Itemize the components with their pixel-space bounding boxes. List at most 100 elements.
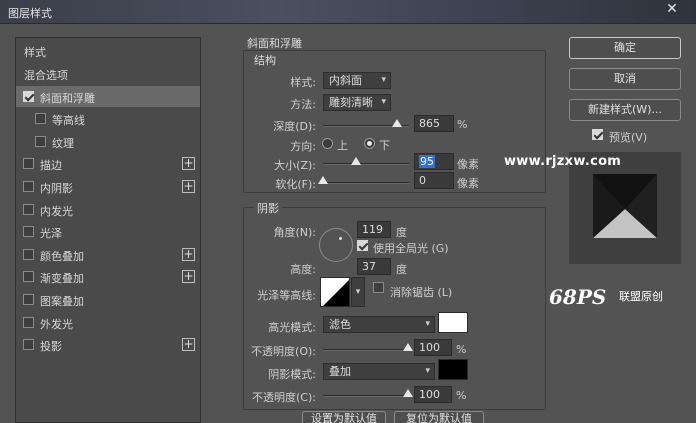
style-list-checkbox[interactable] <box>23 158 34 170</box>
style-list-item[interactable]: 描边 + <box>16 153 200 174</box>
style-list-header[interactable]: 样式 <box>16 40 200 61</box>
style-list-checkbox[interactable] <box>23 203 34 215</box>
preview-checkbox[interactable] <box>592 129 603 140</box>
style-select-value: 内斜面 <box>329 74 362 87</box>
size-unit: 像素 <box>457 158 479 171</box>
style-list-item-label: 图案叠加 <box>40 295 84 308</box>
gloss-contour-preview[interactable] <box>320 277 350 307</box>
angle-input[interactable]: 119 <box>357 221 391 238</box>
style-list-checkbox[interactable] <box>23 294 34 305</box>
highlight-opacity-thumb[interactable] <box>403 343 413 351</box>
add-effect-icon[interactable]: + <box>182 247 195 261</box>
style-list-item-label: 外发光 <box>40 317 73 331</box>
add-effect-icon[interactable]: + <box>182 338 195 352</box>
style-list-checkbox[interactable] <box>23 90 34 102</box>
global-light-checkbox[interactable] <box>357 240 368 251</box>
shadow-color-swatch[interactable] <box>438 359 468 380</box>
shadow-opacity-thumb[interactable] <box>403 389 413 397</box>
new-style-button[interactable]: 新建样式(W)... <box>569 99 681 121</box>
title-bar: 图层样式 ✕ <box>0 0 696 24</box>
style-list-item[interactable]: 投影 + <box>16 334 200 355</box>
style-list-item[interactable]: 斜面和浮雕 <box>16 85 200 107</box>
style-list-checkbox[interactable] <box>23 316 34 328</box>
size-label: 大小(Z): <box>274 159 316 172</box>
shading-title: 阴影 <box>254 200 282 216</box>
soften-slider-thumb[interactable] <box>318 176 328 184</box>
style-list-checkbox[interactable] <box>23 248 34 260</box>
style-list-checkbox[interactable] <box>23 339 34 351</box>
depth-slider-thumb[interactable] <box>392 119 403 127</box>
depth-input[interactable]: 865 <box>414 115 454 132</box>
style-list-item[interactable]: 图案叠加 <box>16 289 200 310</box>
style-list-checkbox[interactable] <box>23 271 34 283</box>
highlight-opacity-input[interactable]: 100 <box>414 339 452 356</box>
chevron-down-icon: ▾ <box>425 366 430 376</box>
reset-default-button[interactable]: 复位为默认值 <box>394 411 484 423</box>
style-list-item-label: 内发光 <box>40 204 73 218</box>
highlight-color-swatch[interactable] <box>438 312 468 333</box>
direction-label: 方向: <box>290 140 316 153</box>
angle-label: 角度(N): <box>273 226 316 239</box>
highlight-mode-label: 高光模式: <box>268 321 316 334</box>
style-list-item-label: 等高线 <box>52 114 85 128</box>
style-list-checkbox[interactable] <box>35 113 46 125</box>
set-default-button[interactable]: 设置为默认值 <box>302 411 386 423</box>
style-list-item[interactable]: 混合选项 <box>16 63 200 84</box>
close-icon[interactable]: ✕ <box>658 0 686 18</box>
style-list-item[interactable]: 渐变叠加 + <box>16 266 200 287</box>
antialias-checkbox[interactable] <box>373 282 384 293</box>
direction-up-label: 上 <box>337 139 348 152</box>
depth-value: 865 <box>419 117 440 130</box>
style-list-checkbox[interactable] <box>35 135 46 147</box>
technique-select[interactable]: 雕刻清晰 ▾ <box>323 94 391 111</box>
soften-label: 软化(F): <box>275 178 316 191</box>
watermark-logo-sub: 联盟原创 <box>619 290 663 303</box>
size-input[interactable]: 95 <box>414 153 454 170</box>
shadow-opacity-track[interactable] <box>323 395 409 397</box>
style-list-checkbox[interactable] <box>23 181 34 192</box>
size-slider-track[interactable] <box>323 163 409 165</box>
style-select[interactable]: 内斜面 ▾ <box>323 72 391 89</box>
style-list-item[interactable]: 纹理 <box>16 131 200 152</box>
chevron-down-icon: ▾ <box>381 75 386 85</box>
highlight-opacity-track[interactable] <box>323 349 409 351</box>
shadow-opacity-input[interactable]: 100 <box>414 386 452 403</box>
gloss-contour-label: 光泽等高线: <box>257 289 316 302</box>
gloss-contour-dropdown[interactable]: ▾ <box>351 277 365 307</box>
style-list-item-label: 斜面和浮雕 <box>40 91 95 105</box>
technique-select-value: 雕刻清晰 <box>329 96 373 109</box>
style-list-item[interactable]: 内发光 <box>16 199 200 220</box>
altitude-value: 37 <box>362 260 376 273</box>
altitude-input[interactable]: 37 <box>357 258 391 275</box>
watermark-logo: 68PS <box>549 285 607 309</box>
add-effect-icon[interactable]: + <box>182 157 195 171</box>
style-list-item[interactable]: 外发光 <box>16 312 200 333</box>
direction-up-radio[interactable] <box>322 138 333 149</box>
ok-button[interactable]: 确定 <box>569 37 681 59</box>
angle-dial-dot <box>339 237 342 240</box>
style-list-checkbox[interactable] <box>23 226 34 238</box>
window-title: 图层样式 <box>8 7 52 20</box>
style-list-item-label: 纹理 <box>52 136 74 150</box>
highlight-mode-select[interactable]: 滤色 ▾ <box>323 316 435 333</box>
depth-label: 深度(D): <box>273 120 316 133</box>
style-list-item-label: 光泽 <box>40 227 62 241</box>
style-list-item[interactable]: 颜色叠加 + <box>16 244 200 265</box>
soften-slider-track[interactable] <box>323 182 409 184</box>
add-effect-icon[interactable]: + <box>182 180 195 193</box>
highlight-mode-value: 滤色 <box>329 318 351 331</box>
shadow-mode-select[interactable]: 叠加 ▾ <box>323 363 435 380</box>
add-effect-icon[interactable]: + <box>182 270 195 284</box>
direction-down-radio[interactable] <box>364 138 375 149</box>
angle-dial[interactable] <box>319 228 353 262</box>
structure-title: 结构 <box>254 54 276 67</box>
size-slider-thumb[interactable] <box>350 157 361 165</box>
style-list-item[interactable]: 内阴影 + <box>16 176 200 197</box>
style-list-item[interactable]: 等高线 <box>16 108 200 129</box>
technique-label: 方法: <box>290 98 316 111</box>
style-list-item[interactable]: 光泽 <box>16 221 200 242</box>
soften-input[interactable]: 0 <box>414 172 454 189</box>
cancel-button[interactable]: 取消 <box>569 68 681 90</box>
soften-value: 0 <box>419 174 426 187</box>
angle-unit: 度 <box>396 226 407 239</box>
